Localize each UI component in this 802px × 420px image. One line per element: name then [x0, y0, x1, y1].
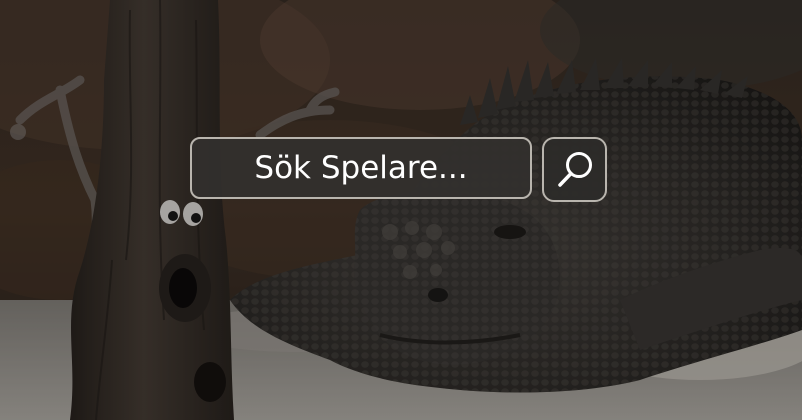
player-search-bar	[190, 137, 610, 203]
dim-overlay	[0, 0, 802, 420]
search-screen	[0, 0, 802, 420]
player-search-input[interactable]	[190, 137, 532, 199]
search-icon	[552, 147, 598, 193]
search-button[interactable]	[542, 137, 607, 202]
